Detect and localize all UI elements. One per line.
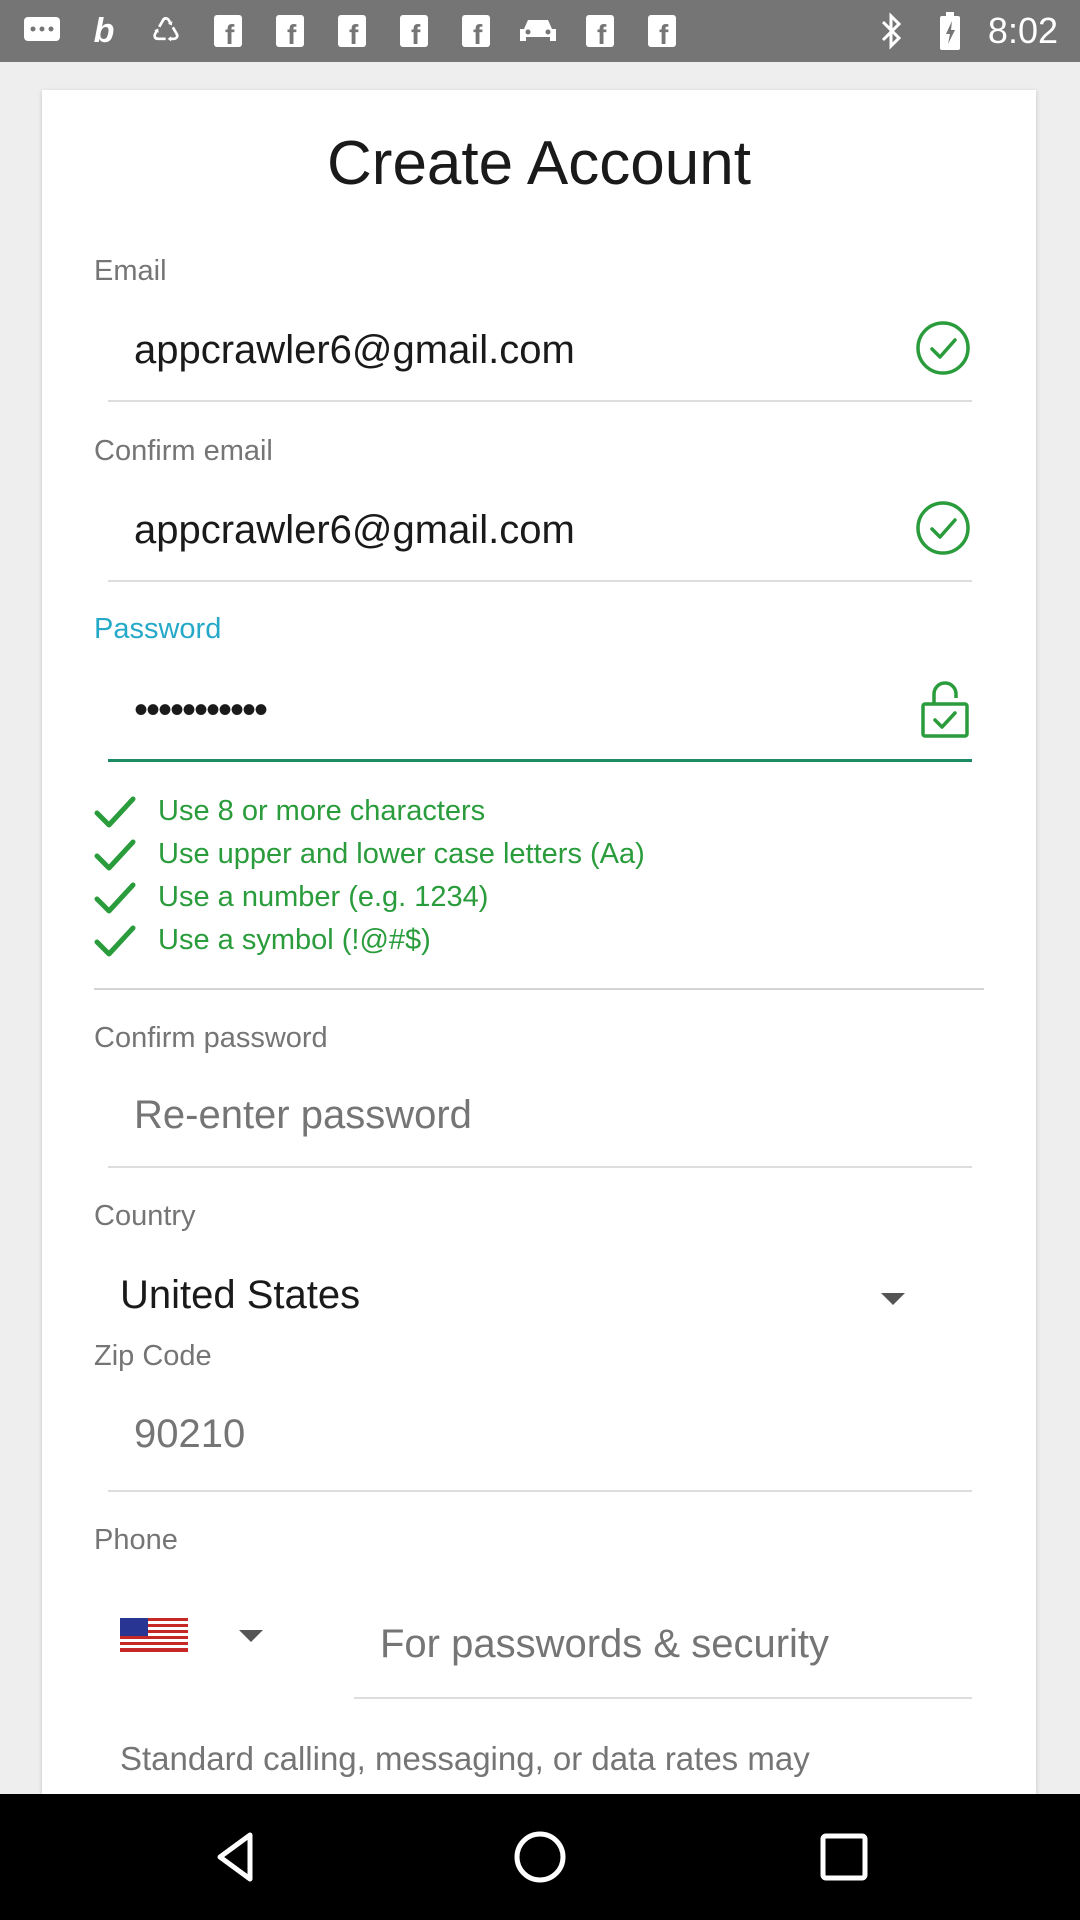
svg-text:f: f	[597, 19, 607, 48]
confirm-email-valid-check-icon	[916, 501, 970, 555]
chat-icon	[22, 11, 62, 51]
country-code-chevron-icon[interactable]	[239, 1630, 263, 1642]
home-icon[interactable]	[510, 1827, 570, 1887]
confirm-password-underline	[108, 1166, 972, 1168]
password-requirements: Use 8 or more characters Use upper and l…	[94, 790, 645, 962]
requirement-text: Use upper and lower case letters (Aa)	[158, 838, 645, 870]
email-valid-check-icon	[916, 321, 970, 375]
divider	[94, 988, 984, 990]
zip-code-label: Zip Code	[94, 1340, 212, 1372]
svg-text:f: f	[411, 19, 421, 48]
facebook-icon: f	[456, 11, 496, 51]
recents-icon[interactable]	[814, 1827, 874, 1887]
requirement-item: Use a number (e.g. 1234)	[94, 876, 645, 919]
battery-icon	[930, 11, 970, 51]
facebook-icon: f	[208, 11, 248, 51]
requirement-item: Use 8 or more characters	[94, 790, 645, 833]
b-icon: b	[93, 12, 115, 50]
us-flag-icon[interactable]	[120, 1618, 188, 1652]
check-icon	[94, 925, 136, 956]
facebook-icon: f	[642, 11, 682, 51]
phone-field[interactable]: For passwords & security	[380, 1622, 829, 1667]
notification-icons: b ♺ f f f f f f f	[22, 0, 682, 62]
lock-check-icon[interactable]	[920, 680, 970, 738]
requirement-text: Use a number (e.g. 1234)	[158, 881, 489, 913]
chevron-down-icon[interactable]	[881, 1293, 905, 1305]
clock: 8:02	[987, 10, 1058, 51]
phone-underline	[354, 1697, 972, 1699]
requirement-text: Use a symbol (!@#$)	[158, 924, 431, 956]
password-field[interactable]: •••••••••••	[134, 688, 268, 733]
confirm-email-label: Confirm email	[94, 435, 273, 467]
create-account-card: Create Account Email appcrawler6@gmail.c…	[42, 90, 1036, 1794]
back-icon[interactable]	[206, 1827, 266, 1887]
rates-disclaimer: Standard calling, messaging, or data rat…	[120, 1740, 810, 1777]
facebook-icon: f	[270, 11, 310, 51]
zip-code-field[interactable]: 90210	[134, 1412, 245, 1457]
page-title: Create Account	[327, 129, 751, 198]
zip-code-underline	[108, 1490, 972, 1492]
svg-text:f: f	[287, 19, 297, 48]
svg-text:f: f	[225, 19, 235, 48]
svg-text:f: f	[349, 19, 359, 48]
bluetooth-icon	[872, 11, 912, 51]
confirm-email-underline	[108, 580, 972, 582]
requirement-text: Use 8 or more characters	[158, 795, 486, 827]
check-icon	[94, 882, 136, 913]
status-bar: b ♺ f f f f f f f 8:02	[0, 0, 1080, 62]
system-icons: 8:02	[872, 0, 1058, 62]
email-underline	[108, 400, 972, 402]
check-icon	[94, 839, 136, 870]
requirement-item: Use a symbol (!@#$)	[94, 919, 645, 962]
svg-text:f: f	[473, 19, 483, 48]
check-icon	[94, 796, 136, 827]
email-field[interactable]: appcrawler6@gmail.com	[134, 328, 575, 373]
navigation-bar	[0, 1794, 1080, 1920]
facebook-icon: f	[580, 11, 620, 51]
password-label: Password	[94, 613, 222, 645]
facebook-icon: f	[332, 11, 372, 51]
svg-text:f: f	[659, 19, 669, 48]
car-icon	[518, 11, 558, 51]
confirm-password-label: Confirm password	[94, 1022, 328, 1054]
email-label: Email	[94, 255, 167, 287]
country-select[interactable]: United States	[120, 1273, 360, 1318]
requirement-item: Use upper and lower case letters (Aa)	[94, 833, 645, 876]
password-underline	[108, 759, 972, 762]
phone-label: Phone	[94, 1524, 178, 1556]
facebook-icon: f	[394, 11, 434, 51]
confirm-password-field[interactable]: Re-enter password	[134, 1093, 472, 1138]
country-label: Country	[94, 1200, 196, 1232]
recycle-icon: ♺	[150, 12, 182, 50]
confirm-email-field[interactable]: appcrawler6@gmail.com	[134, 508, 575, 553]
